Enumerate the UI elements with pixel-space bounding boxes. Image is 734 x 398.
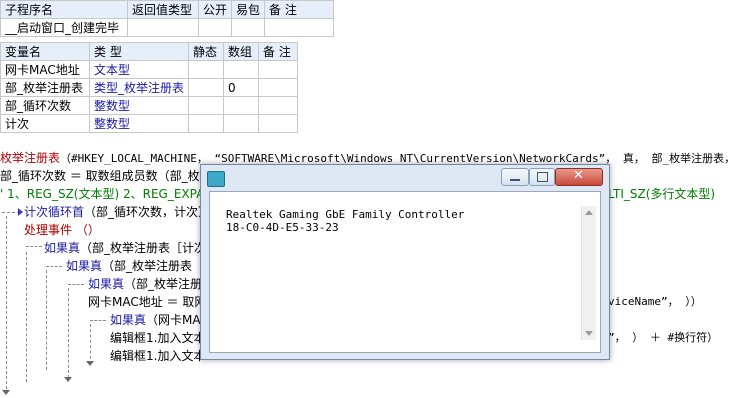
loop-guide-line xyxy=(6,216,7,394)
var-type-cell[interactable]: 整数型 xyxy=(88,114,190,133)
sub-public-cell[interactable] xyxy=(197,18,233,37)
var-static-cell[interactable] xyxy=(188,60,225,79)
var-name-cell[interactable]: 部_枚举注册表 xyxy=(0,78,90,97)
var-remark-cell[interactable] xyxy=(258,96,299,115)
arrow-down-icon xyxy=(86,361,94,366)
maximize-icon xyxy=(537,172,548,182)
function-name: 枚举注册表 xyxy=(0,151,61,165)
var-remark-cell[interactable] xyxy=(258,60,299,79)
code-line[interactable]: 如果真（部_枚举注册表 xyxy=(66,257,192,275)
code-line[interactable]: 部_循环次数 ＝ 取数组成员数（部_枚 xyxy=(0,167,200,185)
comment-line-left[interactable]: ' 1、REG_SZ(文本型) 2、REG_EXPAND xyxy=(0,185,223,203)
arrow-down-icon xyxy=(64,377,72,382)
var-array-cell[interactable] xyxy=(223,60,260,79)
var-remark-cell[interactable] xyxy=(258,78,299,97)
subroutine-table: 子程序名 返回值类型 公开 易包 备 注 __启动窗口_创建完毕 xyxy=(0,0,335,37)
if-condition: （部_枚举注册表［计次 xyxy=(80,241,207,255)
output-textbox[interactable]: Realtek Gaming GbE Family Controller 18-… xyxy=(226,208,586,338)
code-line[interactable]: 编辑框1.加入文本 xyxy=(110,347,205,365)
scroll-down-icon[interactable] xyxy=(585,331,593,336)
var-type-cell[interactable]: 整数型 xyxy=(88,96,190,115)
minimize-button[interactable] xyxy=(501,168,529,186)
code-line[interactable]: 计次循环首（部_循环次数，计次） xyxy=(24,203,210,221)
scrollbar[interactable] xyxy=(581,206,596,340)
code-line-right[interactable]: viceName”， ）） xyxy=(608,293,702,311)
scroll-up-icon[interactable] xyxy=(585,210,593,215)
var-remark-cell[interactable] xyxy=(258,114,299,133)
header-return-type: 返回值类型 xyxy=(127,0,199,19)
header-remark: 备 注 xyxy=(264,0,335,19)
header-sub-name: 子程序名 xyxy=(0,0,128,19)
code-line[interactable]: 如果真（部_枚举注册表［计次 xyxy=(44,239,206,257)
header-var-remark: 备 注 xyxy=(258,42,299,61)
header-array: 数组 xyxy=(223,42,260,61)
loop-keyword: 计次循环首 xyxy=(24,205,85,219)
if-guide-line xyxy=(26,246,42,247)
if-guide-line xyxy=(46,270,47,370)
if-guide-line xyxy=(90,320,106,321)
if-keyword: 如果真 xyxy=(88,277,125,291)
var-array-cell[interactable] xyxy=(223,114,260,133)
if-guide-line xyxy=(26,252,27,382)
if-keyword: 如果真 xyxy=(44,241,81,255)
table-row: 网卡MAC地址 文本型 xyxy=(0,60,299,79)
table-row: 部_循环次数 整数型 xyxy=(0,96,299,115)
window-client: Realtek Gaming GbE Family Controller 18-… xyxy=(209,191,601,353)
comment-line-right[interactable]: LTI_SZ(多行文本型) xyxy=(608,185,715,203)
code-line[interactable]: 如果真（网卡MAC xyxy=(110,311,209,329)
close-button[interactable]: ✕ xyxy=(555,168,603,186)
if-condition: （部_枚举注册 xyxy=(124,277,203,291)
if-guide-line xyxy=(68,288,69,378)
var-array-cell[interactable] xyxy=(223,96,260,115)
minimize-icon xyxy=(510,179,520,181)
arrow-down-icon xyxy=(2,390,10,395)
sub-epkg-cell[interactable] xyxy=(231,18,266,37)
sub-return-cell[interactable] xyxy=(127,18,199,37)
variable-table: 变量名 类 型 静态 数组 备 注 网卡MAC地址 文本型 部_枚举注册表 类型… xyxy=(0,42,299,133)
var-static-cell[interactable] xyxy=(188,96,225,115)
header-public: 公开 xyxy=(197,0,233,19)
popup-window[interactable]: ✕ Realtek Gaming GbE Family Controller 1… xyxy=(200,164,610,360)
var-name-cell[interactable]: 部_循环次数 xyxy=(0,96,90,115)
var-static-cell[interactable] xyxy=(188,78,225,97)
loop-arrow-icon xyxy=(18,208,23,216)
header-epkg: 易包 xyxy=(231,0,266,19)
var-name-cell[interactable]: 网卡MAC地址 xyxy=(0,60,90,79)
window-titlebar[interactable]: ✕ xyxy=(201,165,609,191)
close-icon: ✕ xyxy=(573,168,584,183)
if-guide-line xyxy=(90,324,91,364)
table-row: 部_枚举注册表 类型_枚举注册表 0 xyxy=(0,78,299,97)
loop-args: （部_循环次数，计次） xyxy=(84,205,211,219)
table-row: 计次 整数型 xyxy=(0,114,299,133)
app-icon xyxy=(207,171,225,187)
header-static: 静态 xyxy=(188,42,225,61)
var-type-cell[interactable]: 文本型 xyxy=(88,60,190,79)
var-array-cell[interactable]: 0 xyxy=(223,78,260,97)
if-keyword: 如果真 xyxy=(110,313,147,327)
var-name-cell[interactable]: 计次 xyxy=(0,114,90,133)
var-type-cell[interactable]: 类型_枚举注册表 xyxy=(88,78,190,97)
code-line[interactable]: 如果真（部_枚举注册 xyxy=(88,275,202,293)
header-var-name: 变量名 xyxy=(0,42,90,61)
if-guide-line xyxy=(68,284,84,285)
code-line[interactable]: 处理事件 （） xyxy=(24,221,100,239)
if-keyword: 如果真 xyxy=(66,259,103,273)
code-line[interactable]: 编辑框1.加入文本 xyxy=(110,329,205,347)
var-static-cell[interactable] xyxy=(188,114,225,133)
header-var-type: 类 型 xyxy=(88,42,190,61)
sub-name-cell[interactable]: __启动窗口_创建完毕 xyxy=(0,18,128,37)
code-line[interactable]: 网卡MAC地址 ＝ 取网 xyxy=(88,293,206,311)
maximize-button[interactable] xyxy=(529,168,555,186)
code-line-right[interactable]: ”， ） ＋ #换行符） xyxy=(608,329,718,347)
sub-remark-cell[interactable] xyxy=(264,18,335,37)
if-condition: （部_枚举注册表 xyxy=(102,259,193,273)
if-guide-line xyxy=(46,266,62,267)
